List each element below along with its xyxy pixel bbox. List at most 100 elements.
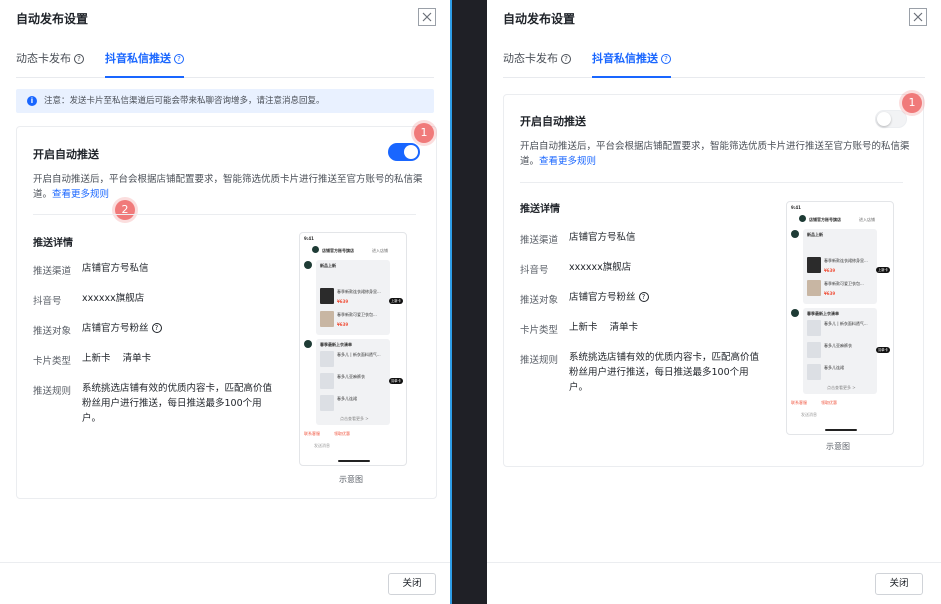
tab-dynamic-card[interactable]: 动态卡发布? — [16, 50, 84, 78]
tab-bar: 动态卡发布? 抖音私信推送? — [503, 50, 925, 78]
footer-divider — [487, 562, 941, 563]
auto-push-description: 开启自动推送后，平台会根据店铺配置要求，智能筛选优质卡片进行推送至官方账号的私信… — [33, 174, 423, 200]
preview-caption: 示意图 — [339, 475, 363, 484]
product-image — [807, 257, 821, 273]
row-value-rule: 系统挑选店铺有效的优质内容卡，匹配高价值粉丝用户进行推送，每日推送最多100个用… — [82, 383, 273, 424]
dialog-title: 自动发布设置 — [503, 12, 576, 26]
product-name: 春多儿亚麻裤衣 — [824, 343, 852, 348]
tab-label: 动态卡发布 — [16, 52, 71, 65]
product-name: 春多儿连裙 — [337, 396, 357, 401]
enter-shop: 进入店铺 — [372, 248, 388, 253]
row-label-target: 推送对象 — [33, 326, 72, 337]
details-title: 推送详情 — [33, 238, 73, 249]
close-button[interactable]: 关闭 — [388, 573, 436, 595]
row-label-card-type: 卡片类型 — [520, 325, 559, 336]
row-value-account: xxxxxx旗舰店 — [82, 293, 145, 304]
shop-avatar — [799, 215, 806, 222]
tab-label: 抖音私信推送 — [105, 52, 171, 65]
tag-new-card: 上新卡 — [876, 267, 890, 273]
product-image — [807, 364, 821, 380]
row-label-channel: 推送渠道 — [33, 266, 72, 277]
more-rules-link[interactable]: 查看更多规则 — [539, 156, 596, 167]
tag-new-card: 上新卡 — [389, 298, 403, 304]
product-name: 春多儿 | 新衣面料透气... — [824, 321, 868, 326]
phone-time: 9:41 — [304, 236, 314, 241]
divider — [520, 182, 903, 183]
view-more: 点击查看更多 > — [340, 416, 369, 421]
tab-label: 动态卡发布 — [503, 52, 558, 65]
msg-avatar — [304, 261, 312, 269]
notice-text: 注意：发送卡片至私信渠道后可能会带来私聊咨询增多，请注意消息回复。 — [44, 96, 325, 106]
product-price: ¥639 — [824, 291, 836, 296]
tab-douyin-message[interactable]: 抖音私信推送? — [105, 50, 184, 78]
auto-push-toggle[interactable] — [388, 143, 420, 161]
help-icon[interactable]: ? — [638, 292, 649, 302]
product-name: 春季新款可爱卫衣包... — [337, 312, 377, 317]
product-image — [807, 280, 821, 296]
chip-service: 联系客服 — [791, 400, 807, 405]
product-name: 春多儿连裙 — [824, 365, 844, 370]
help-icon[interactable]: ? — [561, 54, 571, 64]
chip-coupon: 领取优惠 — [821, 400, 837, 405]
auto-push-toggle[interactable] — [875, 110, 907, 128]
product-name: 春多儿亚麻裤衣 — [337, 374, 365, 379]
product-image — [807, 320, 821, 336]
new-card-title: 新品上新 — [320, 263, 336, 268]
row-value-channel: 店铺官方号私信 — [82, 263, 149, 274]
phone-input: 发送消息 — [314, 443, 330, 448]
product-name: 春季新款可爱卫衣包... — [824, 281, 864, 286]
auto-push-title: 开启自动推送 — [33, 148, 99, 161]
close-icon[interactable] — [418, 8, 436, 26]
settings-dialog-right: 自动发布设置 动态卡发布? 抖音私信推送? 开启自动推送 1 开启自动推送后，平… — [487, 0, 941, 604]
help-icon[interactable]: ? — [151, 323, 162, 333]
step-marker-2: 2 — [115, 200, 135, 220]
msg-avatar — [791, 230, 799, 238]
chip-service: 联系客服 — [304, 431, 320, 436]
phone-preview: 9:41 店铺官方账号旗店 进入店铺 新品上新 春季新款连衣裙修身显... ¥6… — [299, 232, 407, 466]
tag-list-card: 清单卡 — [389, 378, 403, 384]
product-name: 春多儿 | 新衣面料透气... — [337, 352, 381, 357]
product-price: ¥639 — [337, 322, 349, 327]
phone-preview: 9:41 店铺官方账号旗店 进入店铺 新品上新 春季新款连衣裙修身显... ¥6… — [786, 201, 894, 435]
tab-dynamic-card[interactable]: 动态卡发布? — [503, 50, 571, 78]
product-image — [320, 373, 334, 389]
auto-push-card: 开启自动推送 1 开启自动推送后，平台会根据店铺配置要求，智能筛选优质卡片进行推… — [503, 93, 924, 467]
help-icon[interactable]: ? — [661, 54, 671, 64]
help-icon[interactable]: ? — [174, 54, 184, 64]
close-icon[interactable] — [909, 8, 927, 26]
row-label-rule: 推送规则 — [520, 355, 559, 366]
product-image — [320, 395, 334, 411]
phone-shop-name: 店铺官方账号旗店 — [809, 217, 841, 222]
tab-bar: 动态卡发布? 抖音私信推送? — [16, 50, 434, 78]
msg-avatar — [304, 340, 312, 348]
auto-push-description: 开启自动推送后，平台会根据店铺配置要求，智能筛选优质卡片进行推送至官方账号的私信… — [520, 141, 910, 167]
notice-banner: i 注意：发送卡片至私信渠道后可能会带来私聊咨询增多，请注意消息回复。 — [16, 89, 434, 113]
row-value-target: 店铺官方号粉丝? — [82, 321, 162, 336]
more-rules-link[interactable]: 查看更多规则 — [52, 189, 109, 200]
row-value-card-type: 上新卡 清单卡 — [569, 322, 639, 333]
product-name: 春季新款连衣裙修身显... — [337, 289, 381, 294]
chip-coupon: 领取优惠 — [334, 431, 350, 436]
product-price: ¥639 — [337, 299, 349, 304]
divider — [33, 214, 416, 215]
row-label-channel: 推送渠道 — [520, 235, 559, 246]
home-indicator — [825, 429, 857, 431]
row-value-card-type: 上新卡 清单卡 — [82, 353, 152, 364]
details-title: 推送详情 — [520, 204, 560, 215]
product-image — [320, 351, 334, 367]
tab-douyin-message[interactable]: 抖音私信推送? — [592, 50, 671, 78]
row-value-target: 店铺官方号粉丝? — [569, 290, 649, 305]
msg-avatar — [791, 309, 799, 317]
row-value-rule: 系统挑选店铺有效的优质内容卡，匹配高价值粉丝用户进行推送，每日推送最多100个用… — [569, 352, 760, 393]
auto-push-card: 开启自动推送 1 开启自动推送后，平台会根据店铺配置要求，智能筛选优质卡片进行推… — [16, 123, 437, 499]
info-icon: i — [27, 96, 37, 106]
tab-label: 抖音私信推送 — [592, 52, 658, 65]
product-image — [807, 342, 821, 358]
close-button[interactable]: 关闭 — [875, 573, 923, 595]
tag-list-card: 清单卡 — [876, 347, 890, 353]
help-icon[interactable]: ? — [74, 54, 84, 64]
row-label-target: 推送对象 — [520, 295, 559, 306]
row-label-card-type: 卡片类型 — [33, 356, 72, 367]
new-card-title: 新品上新 — [807, 232, 823, 237]
phone-time: 9:41 — [791, 205, 801, 210]
